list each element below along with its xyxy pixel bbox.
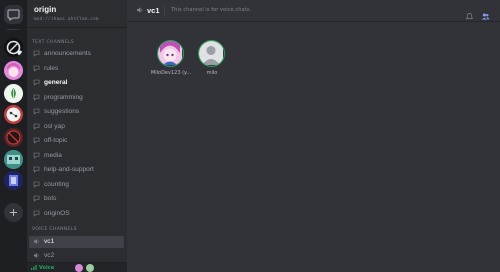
text-channel-item[interactable]: suggestions <box>29 106 124 118</box>
speaker-icon <box>33 238 40 247</box>
text-channel-icon <box>33 94 40 103</box>
anime-avatar-icon <box>158 41 182 65</box>
text-channel-icon <box>33 50 40 59</box>
members-icon[interactable] <box>481 6 490 20</box>
server-rail <box>0 0 27 272</box>
speaker-icon <box>33 252 40 261</box>
channel-label: help-and-support <box>44 166 94 173</box>
voice-channels-header[interactable]: VOICE CHANNELS <box>32 227 77 232</box>
text-channel-icon <box>33 137 40 146</box>
channel-label: rules <box>44 64 59 72</box>
server-icon-origin[interactable] <box>4 38 23 57</box>
voice-participant[interactable]: MiloDev123 (y... <box>151 40 191 84</box>
anime-avatar-icon <box>4 61 23 80</box>
pixel-art-icon <box>4 150 23 169</box>
graph-icon <box>4 105 23 124</box>
plus-icon <box>10 209 17 216</box>
channel-title: vc1 <box>147 6 160 15</box>
default-avatar-icon <box>199 41 223 65</box>
text-channel-icon <box>33 152 40 161</box>
channel-topic: This channel is for voice chats. <box>171 7 252 13</box>
text-channel-icon <box>33 166 40 175</box>
server-icon-dark-red[interactable] <box>4 128 23 147</box>
channel-label: bots <box>44 195 57 202</box>
channel-label: osl yap <box>44 122 65 130</box>
voice-status-label: Voice <box>39 265 55 271</box>
topbar-divider <box>164 6 165 15</box>
participant-name: milo <box>206 70 218 76</box>
channel-label: off-topic <box>44 137 68 144</box>
text-channel-item[interactable]: originOS <box>29 208 124 220</box>
chat-icon <box>7 9 20 21</box>
channel-topbar: vc1 This channel is for voice chats. <box>127 0 500 22</box>
text-channel-icon <box>33 181 40 190</box>
text-channel-item[interactable]: general <box>29 77 124 89</box>
text-channel-item[interactable]: rules <box>29 63 124 75</box>
text-channel-icon <box>33 79 40 88</box>
speaker-icon <box>136 6 144 16</box>
text-channel-icon <box>33 65 40 74</box>
voice-channel-item[interactable]: vc2 <box>29 250 124 262</box>
rail-divider <box>7 29 20 30</box>
text-channel-icon <box>33 210 40 219</box>
voice-channel-item[interactable]: vc1 <box>29 236 124 248</box>
channel-label: media <box>44 151 62 159</box>
guild-name: origin <box>34 5 57 14</box>
guild-subtitle: mod://ihaos.ahstlom.com <box>34 17 99 22</box>
channel-label: counting <box>44 180 69 188</box>
text-channel-item[interactable]: programming <box>29 92 124 104</box>
voice-participant[interactable]: milo <box>192 40 232 84</box>
signal-icon <box>31 265 37 270</box>
channel-label: general <box>44 79 68 86</box>
channel-label: originOS <box>44 209 70 217</box>
server-icon-leaf[interactable] <box>4 84 23 103</box>
leaf-icon <box>4 84 23 103</box>
voice-connection-bar[interactable]: Voice <box>27 262 127 272</box>
main-panel: vc1 This channel is for voice chats. Mil… <box>127 0 500 272</box>
channel-sidebar: origin mod://ihaos.ahstlom.com TEXT CHAN… <box>27 0 127 272</box>
text-channel-icon <box>33 123 40 132</box>
slash-icon <box>4 128 23 147</box>
participant-avatar <box>157 40 184 67</box>
text-channel-item[interactable]: bots <box>29 193 124 205</box>
text-channel-item[interactable]: counting <box>29 179 124 191</box>
server-icon-blue[interactable] <box>4 171 23 190</box>
text-channel-item[interactable]: off-topic <box>29 135 124 147</box>
bell-icon[interactable] <box>465 6 474 19</box>
channel-label: suggestions <box>44 108 80 115</box>
text-channel-icon <box>33 108 40 117</box>
voice-bar-avatar <box>75 264 83 272</box>
participant-avatar <box>198 40 225 67</box>
channel-label: announcements <box>44 50 91 57</box>
guild-header[interactable]: origin mod://ihaos.ahstlom.com <box>27 0 127 28</box>
origin-logo-icon <box>6 40 23 56</box>
blue-square-icon <box>4 171 23 190</box>
text-channel-item[interactable]: help-and-support <box>29 164 124 176</box>
direct-messages-button[interactable] <box>4 5 23 24</box>
text-channel-item[interactable]: osl yap <box>29 121 124 133</box>
voice-bar-avatar <box>86 264 94 272</box>
server-icon-pink[interactable] <box>4 61 23 80</box>
server-icon-red-ring[interactable] <box>4 105 23 124</box>
server-icon-pixel[interactable] <box>4 150 23 169</box>
text-channel-item[interactable]: announcements <box>29 48 124 60</box>
channel-label: programming <box>44 93 83 101</box>
text-channel-icon <box>33 195 40 204</box>
channel-label: vc1 <box>44 238 55 245</box>
text-channels-header[interactable]: TEXT CHANNELS <box>32 40 74 45</box>
add-server-button[interactable] <box>4 203 23 222</box>
text-channel-item[interactable]: media <box>29 150 124 162</box>
channel-label: vc2 <box>44 252 55 259</box>
